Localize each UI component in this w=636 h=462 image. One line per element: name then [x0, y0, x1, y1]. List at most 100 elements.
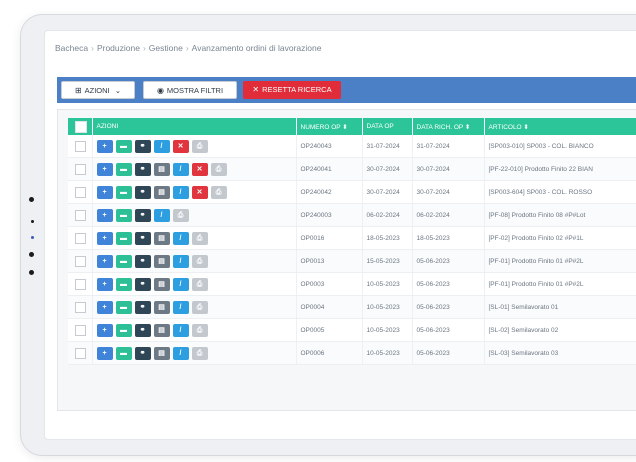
edit-button[interactable]: /	[172, 323, 189, 337]
row-checkbox[interactable]	[75, 186, 86, 198]
table-row[interactable]: + ▬ ⚭ / ⎙ OP240003 06-02-2024 06-02-2024 [PF-08]…	[68, 203, 636, 227]
print-button[interactable]: ⎙	[172, 208, 189, 222]
column-articolo[interactable]: ARTICOLO ⬍	[484, 118, 636, 135]
table-row[interactable]: + ▬ ⚭ / ✕ ⎙ OP240043 31-07-2024 31-07-2024 [SP003…	[68, 135, 636, 158]
print-button[interactable]: ⎙	[191, 300, 208, 314]
edit-button[interactable]: /	[172, 254, 189, 268]
table-row[interactable]: + ▬ ⚭ ▤ / ⎙ OP0013 15-05-2023 05-06-2023 [PF-01] …	[68, 249, 636, 273]
edit-button[interactable]: /	[172, 346, 189, 360]
print-button[interactable]: ⎙	[191, 323, 208, 337]
print-button[interactable]: ⎙	[210, 162, 227, 176]
add-button[interactable]: +	[96, 208, 113, 222]
table-row[interactable]: + ▬ ⚭ ▤ / ⎙ OP0016 18-05-2023 18-05-2023 [PF-02] …	[68, 226, 636, 250]
edit-button[interactable]: /	[172, 231, 189, 245]
link-button[interactable]: ⚭	[134, 231, 151, 245]
document-button[interactable]: ▤	[153, 346, 170, 360]
delete-button[interactable]: ✕	[172, 139, 189, 153]
add-button[interactable]: +	[96, 323, 113, 337]
row-checkbox[interactable]	[75, 209, 86, 221]
add-button[interactable]: +	[96, 277, 113, 291]
document-button[interactable]: ▤	[153, 277, 170, 291]
link-button[interactable]: ⚭	[134, 208, 151, 222]
row-select-cell	[68, 180, 93, 204]
row-checkbox[interactable]	[75, 163, 86, 175]
document-button[interactable]: ▤	[153, 300, 170, 314]
row-checkbox[interactable]	[75, 255, 86, 267]
row-checkbox[interactable]	[75, 232, 86, 244]
column-data-rich-op[interactable]: DATA RICH. OP ⬍	[412, 118, 485, 135]
link-button[interactable]: ⚭	[134, 162, 151, 176]
folder-button[interactable]: ▬	[115, 139, 132, 153]
add-button[interactable]: +	[96, 185, 113, 199]
side-button-3	[31, 236, 34, 239]
breadcrumb-bacheca[interactable]: Bacheca	[55, 43, 88, 53]
delete-button[interactable]: ✕	[191, 185, 208, 199]
row-checkbox[interactable]	[75, 140, 86, 152]
add-button[interactable]: +	[96, 300, 113, 314]
table-row[interactable]: + ▬ ⚭ ▤ / ⎙ OP0006 10-05-2023 05-06-2023 [SL-03] …	[68, 341, 636, 365]
edit-button[interactable]: /	[172, 277, 189, 291]
folder-button[interactable]: ▬	[115, 208, 132, 222]
delete-button[interactable]: ✕	[191, 162, 208, 176]
add-button[interactable]: +	[96, 139, 113, 153]
document-icon: ▤	[158, 188, 165, 196]
table-row[interactable]: + ▬ ⚭ ▤ / ⎙ OP0005 10-05-2023 05-06-2023 [SL-02] …	[68, 318, 636, 342]
document-button[interactable]: ▤	[153, 231, 170, 245]
column-numero-op[interactable]: NUMERO OP ⬍	[296, 118, 363, 135]
folder-button[interactable]: ▬	[115, 254, 132, 268]
link-button[interactable]: ⚭	[134, 185, 151, 199]
folder-button[interactable]: ▬	[115, 231, 132, 245]
folder-button[interactable]: ▬	[115, 277, 132, 291]
print-button[interactable]: ⎙	[191, 254, 208, 268]
breadcrumb-gestione[interactable]: Gestione	[149, 43, 183, 53]
link-button[interactable]: ⚭	[134, 254, 151, 268]
edit-button[interactable]: /	[172, 300, 189, 314]
link-button[interactable]: ⚭	[134, 139, 151, 153]
link-icon: ⚭	[139, 326, 146, 334]
column-data-op[interactable]: DATA OP	[362, 118, 413, 135]
folder-button[interactable]: ▬	[115, 185, 132, 199]
add-button[interactable]: +	[96, 254, 113, 268]
add-button[interactable]: +	[96, 162, 113, 176]
link-button[interactable]: ⚭	[134, 300, 151, 314]
document-button[interactable]: ▤	[153, 162, 170, 176]
document-button[interactable]: ▤	[153, 254, 170, 268]
document-icon: ▤	[158, 234, 165, 242]
edit-button[interactable]: /	[172, 185, 189, 199]
table-row[interactable]: + ▬ ⚭ ▤ / ⎙ OP0003 10-05-2023 05-06-2023 [PF-01] …	[68, 272, 636, 296]
edit-button[interactable]: /	[153, 208, 170, 222]
document-button[interactable]: ▤	[153, 323, 170, 337]
print-button[interactable]: ⎙	[191, 346, 208, 360]
breadcrumb-produzione[interactable]: Produzione	[97, 43, 140, 53]
edit-button[interactable]: /	[153, 139, 170, 153]
print-button[interactable]: ⎙	[191, 231, 208, 245]
table-row[interactable]: + ▬ ⚭ ▤ / ⎙ OP0004 10-05-2023 05-06-2023 [SL-01] …	[68, 295, 636, 319]
folder-button[interactable]: ▬	[115, 323, 132, 337]
select-all-checkbox[interactable]	[75, 120, 87, 133]
azioni-dropdown-button[interactable]: ⊞ AZIONI ⌄	[61, 81, 135, 99]
mostra-filtri-button[interactable]: ◉ MOSTRA FILTRI	[143, 81, 237, 99]
table-row[interactable]: + ▬ ⚭ ▤ / ✕ ⎙ OP240041 30-07-2024 30-07-2024 [PF-2…	[68, 157, 636, 181]
edit-button[interactable]: /	[172, 162, 189, 176]
table-row[interactable]: + ▬ ⚭ ▤ / ✕ ⎙ OP240042 30-07-2024 30-07-2024 [SP00…	[68, 180, 636, 204]
plus-icon: +	[102, 188, 107, 196]
document-button[interactable]: ▤	[153, 185, 170, 199]
add-button[interactable]: +	[96, 346, 113, 360]
print-button[interactable]: ⎙	[191, 139, 208, 153]
link-button[interactable]: ⚭	[134, 323, 151, 337]
row-checkbox[interactable]	[75, 324, 86, 336]
folder-button[interactable]: ▬	[115, 162, 132, 176]
pencil-icon: /	[179, 257, 182, 265]
folder-button[interactable]: ▬	[115, 300, 132, 314]
print-button[interactable]: ⎙	[191, 277, 208, 291]
row-checkbox[interactable]	[75, 278, 86, 290]
link-button[interactable]: ⚭	[134, 277, 151, 291]
link-button[interactable]: ⚭	[134, 346, 151, 360]
resetta-ricerca-button[interactable]: ✕ RESETTA RICERCA	[243, 81, 341, 99]
row-checkbox[interactable]	[75, 347, 86, 359]
folder-button[interactable]: ▬	[115, 346, 132, 360]
printer-icon: ⎙	[215, 165, 222, 173]
add-button[interactable]: +	[96, 231, 113, 245]
row-checkbox[interactable]	[75, 301, 86, 313]
print-button[interactable]: ⎙	[210, 185, 227, 199]
